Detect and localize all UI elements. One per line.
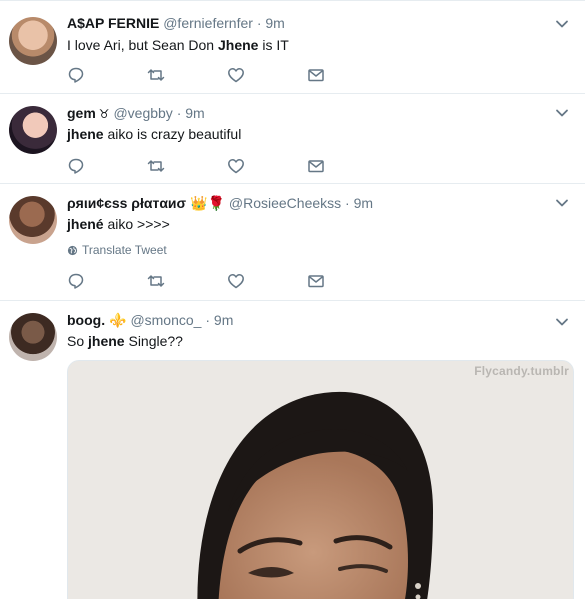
tweet-actions — [67, 156, 387, 176]
separator-dot: · — [176, 105, 182, 121]
separator-dot: · — [345, 195, 350, 211]
media-watermark: Flycandy.tumblr — [474, 364, 569, 378]
portrait-image — [68, 361, 573, 599]
translate-tweet-link[interactable]: Translate Tweet — [67, 243, 167, 257]
avatar[interactable] — [9, 106, 57, 154]
chevron-down-icon[interactable] — [555, 17, 569, 31]
message-button[interactable] — [307, 65, 387, 85]
envelope-icon — [308, 275, 324, 288]
timestamp[interactable]: 9m — [265, 15, 284, 31]
tweet-text-part: So — [67, 333, 89, 349]
display-name[interactable]: gem — [67, 105, 96, 121]
tweet-text-part: Single?? — [124, 333, 183, 349]
chevron-down-icon[interactable] — [555, 196, 569, 210]
retweet-button[interactable] — [147, 65, 227, 85]
chevron-down-icon[interactable] — [555, 315, 569, 329]
name-emoji: 👑🌹 — [190, 195, 225, 211]
reply-button[interactable] — [67, 271, 147, 291]
zodiac-badge: ♉ — [98, 107, 110, 121]
tweet[interactable]: ρяιи¢єѕѕ ρłαтαиσ 👑🌹 @RosieeCheekss · 9m j… — [0, 184, 585, 301]
timestamp[interactable]: 9m — [185, 105, 204, 121]
reply-icon — [68, 67, 84, 83]
tweet-text-part: aiko is crazy beautiful — [103, 126, 242, 142]
like-button[interactable] — [227, 271, 307, 291]
retweet-icon — [147, 160, 165, 172]
retweet-button[interactable] — [147, 271, 227, 291]
retweet-icon — [147, 69, 165, 81]
reply-button[interactable] — [67, 65, 147, 85]
tweet-text: So jhene Single?? — [67, 332, 183, 350]
message-button[interactable] — [307, 156, 387, 176]
tweet[interactable]: boog.⚜️ @smonco_ · 9m So jhene Single?? — [0, 301, 585, 599]
username[interactable]: @vegbby — [113, 105, 172, 121]
tweet-header: A$AP FERNIE @ferniefernfer · 9m — [67, 14, 285, 32]
avatar[interactable] — [9, 17, 57, 65]
tweet-header: boog. ⚜️ @smonco_ · 9m — [67, 311, 233, 329]
avatar[interactable] — [9, 196, 57, 244]
tweet-text-highlight: jhené — [67, 216, 104, 232]
like-button[interactable] — [227, 156, 307, 176]
timeline-feed: A$AP FERNIE @ferniefernfer · 9m I love A… — [0, 0, 585, 599]
envelope-icon — [308, 160, 324, 173]
username[interactable]: @ferniefernfer — [163, 15, 253, 31]
tweet-text-highlight: Jhene — [217, 37, 259, 53]
tweet-header: gem ♉ @vegbby · 9m — [67, 104, 205, 123]
tweet-actions — [67, 271, 387, 291]
translate-label: Translate Tweet — [82, 243, 167, 257]
tweet-text: I love Ari, but Sean Don Jhene is IT — [67, 36, 289, 54]
username[interactable]: @RosieeCheekss — [229, 195, 341, 211]
tweet-text-part: aiko >>>> — [103, 216, 170, 232]
display-name[interactable]: boog. — [67, 312, 105, 328]
reply-icon — [68, 273, 84, 289]
display-name[interactable]: ρяιи¢єѕѕ ρłαтαиσ — [67, 195, 186, 211]
separator-dot: · — [256, 15, 262, 31]
tweet-text: jhene aiko is crazy beautiful — [67, 125, 241, 143]
globe-icon — [67, 245, 78, 255]
heart-icon — [228, 159, 244, 174]
chevron-down-icon[interactable] — [555, 106, 569, 120]
envelope-icon — [308, 69, 324, 82]
username[interactable]: @smonco_ — [130, 312, 201, 328]
tweet-actions — [67, 65, 387, 85]
avatar[interactable] — [9, 313, 57, 361]
tweet-text-part: I love Ari, but Sean Don — [67, 37, 218, 53]
separator-dot: · — [205, 312, 211, 328]
tweet-text-highlight: jhene — [67, 126, 104, 142]
tweet-text-part: is IT — [258, 37, 289, 53]
tweet[interactable]: A$AP FERNIE @ferniefernfer · 9m I love A… — [0, 0, 585, 94]
tweet-header: ρяιи¢єѕѕ ρłαтαиσ 👑🌹 @RosieeCheekss · 9m — [67, 194, 373, 212]
retweet-icon — [147, 275, 165, 287]
display-name[interactable]: A$AP FERNIE — [67, 15, 159, 31]
heart-icon — [228, 68, 244, 83]
timestamp[interactable]: 9m — [354, 195, 373, 211]
name-emoji: ⚜️ — [109, 312, 127, 328]
heart-icon — [228, 274, 244, 289]
like-button[interactable] — [227, 65, 307, 85]
reply-button[interactable] — [67, 156, 147, 176]
tweet-text-highlight: jhene — [88, 333, 125, 349]
message-button[interactable] — [307, 271, 387, 291]
tweet-media-gif[interactable]: Flycandy.tumblr — [67, 360, 574, 599]
tweet-text: jhené aiko >>>> — [67, 215, 170, 233]
timestamp[interactable]: 9m — [214, 312, 233, 328]
retweet-button[interactable] — [147, 156, 227, 176]
reply-icon — [68, 158, 84, 174]
tweet[interactable]: gem ♉ @vegbby · 9m jhene aiko is crazy be… — [0, 94, 585, 184]
